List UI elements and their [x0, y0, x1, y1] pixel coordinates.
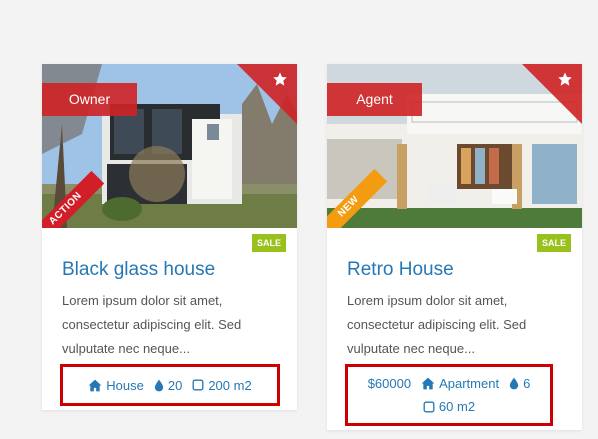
meta-price: $60000 — [368, 376, 411, 391]
home-icon — [88, 379, 102, 391]
meta-area-value: 200 m2 — [208, 377, 252, 393]
property-description: Lorem ipsum dolor sit amet, consectetur … — [62, 293, 242, 356]
meta-baths: 20 — [154, 378, 182, 393]
square-icon — [423, 401, 435, 412]
star-icon[interactable] — [557, 71, 573, 87]
favorite-corner-shape — [522, 64, 582, 124]
drop-icon — [509, 377, 519, 390]
property-description: Lorem ipsum dolor sit amet, consectetur … — [347, 293, 527, 356]
property-card-retro-house[interactable]: Agent NEW SALE Retro House Lorem ipsum d… — [327, 64, 582, 430]
owner-label: Owner — [42, 83, 137, 116]
property-meta: House 20 200 m2 — [60, 364, 280, 406]
favorite-corner[interactable] — [522, 64, 582, 124]
meta-type: Apartment — [421, 376, 499, 391]
meta-price-value: $60000 — [367, 376, 412, 391]
meta-area: 60 m2 — [423, 399, 475, 414]
sale-badge: SALE — [251, 234, 286, 252]
sale-badge: SALE — [536, 234, 571, 252]
meta-baths-value: 20 — [167, 377, 183, 393]
meta-type-value: Apartment — [439, 376, 500, 391]
drop-icon — [154, 379, 163, 391]
property-photo[interactable]: Agent NEW — [327, 64, 582, 228]
property-card-black-glass-house[interactable]: Owner ACTION SALE Black glass house Lore… — [42, 64, 297, 410]
meta-type-value: House — [106, 377, 144, 393]
property-title[interactable]: Black glass house — [62, 259, 215, 281]
meta-area-value: 60 m2 — [438, 399, 476, 414]
property-title[interactable]: Retro House — [347, 259, 454, 281]
agent-label: Agent — [327, 83, 422, 116]
home-icon — [421, 377, 435, 390]
meta-area: 200 m2 — [192, 377, 252, 393]
meta-type: House — [88, 378, 144, 393]
property-photo[interactable]: Owner ACTION — [42, 64, 297, 228]
meta-baths-value: 6 — [523, 376, 531, 391]
favorite-corner-shape — [237, 64, 297, 124]
meta-baths: 6 — [509, 376, 530, 391]
favorite-corner[interactable] — [237, 64, 297, 124]
star-icon[interactable] — [272, 71, 288, 87]
property-meta: $60000 Apartment 6 60 m2 — [345, 364, 553, 426]
square-icon — [192, 379, 204, 391]
